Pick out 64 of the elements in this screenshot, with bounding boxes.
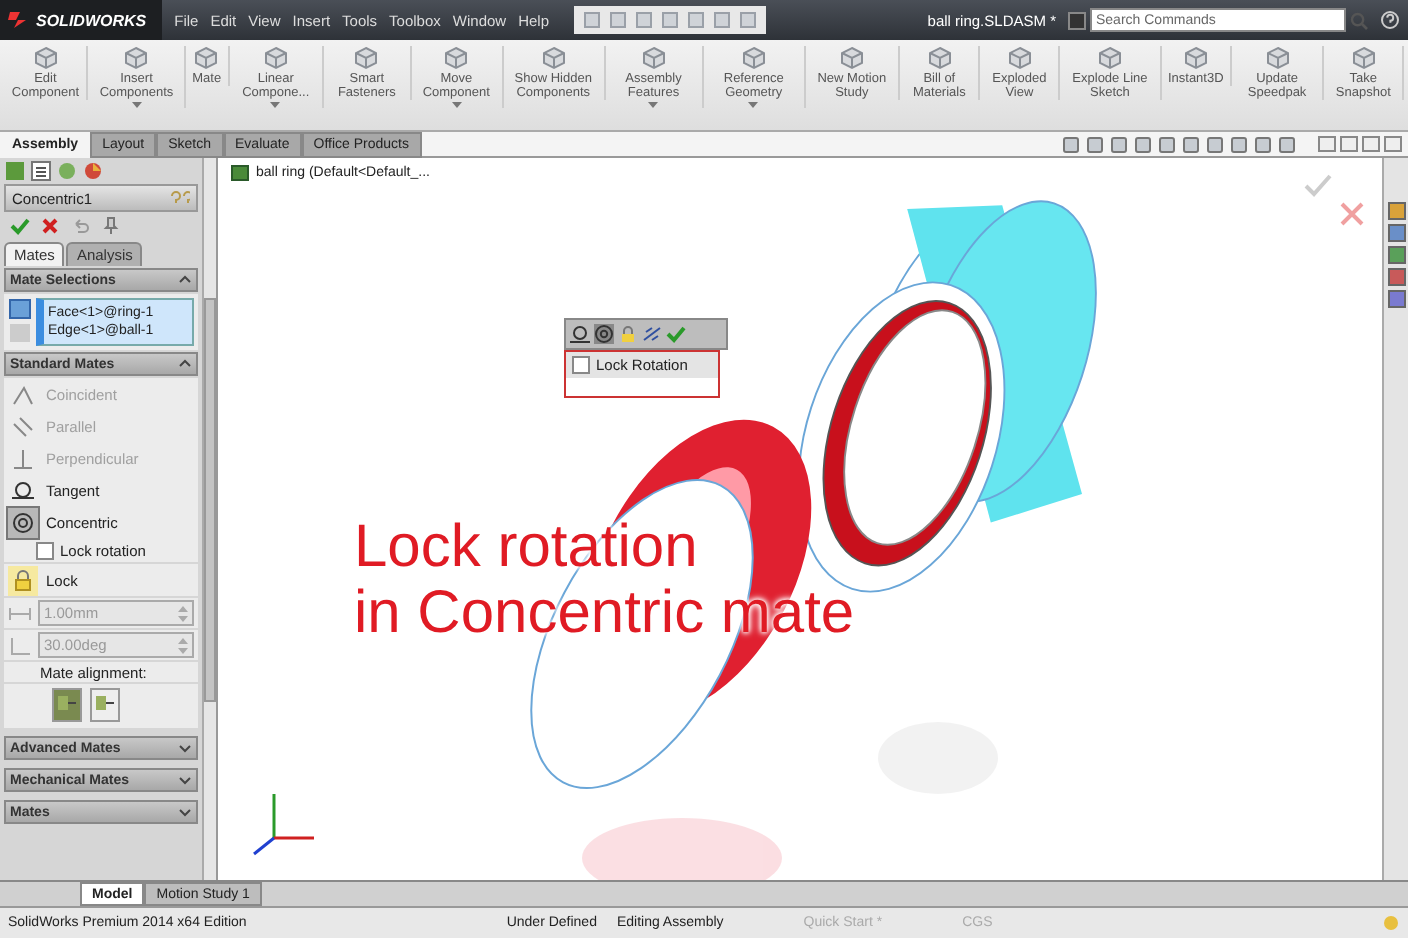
cube-icon [741, 46, 766, 70]
assembly-icon [230, 164, 250, 182]
help-icon[interactable] [1380, 10, 1400, 30]
padlock-icon [8, 565, 38, 596]
collapse-icon[interactable] [178, 357, 192, 372]
cube-icon [927, 46, 952, 70]
cube-icon [641, 46, 666, 70]
toolbar-icon[interactable] [581, 10, 602, 30]
toolbar-icon[interactable] [737, 10, 758, 30]
expand-icon[interactable] [178, 773, 192, 788]
cube-icon [444, 46, 469, 70]
caret-icon[interactable] [648, 102, 659, 109]
close-icon[interactable] [40, 216, 60, 236]
cube-icon [263, 46, 288, 70]
display-icon[interactable] [82, 160, 104, 182]
cube-icon [541, 46, 566, 70]
collapse-icon[interactable] [178, 273, 192, 287]
cube-icon [1351, 46, 1376, 70]
logo-text: SOLIDWORKS [36, 11, 147, 29]
toolbar-icon[interactable] [659, 10, 680, 30]
cube-icon [1097, 46, 1122, 70]
cube-icon [1265, 46, 1290, 70]
caret-icon[interactable] [131, 102, 142, 109]
cube-icon [194, 46, 219, 70]
cube-icon [124, 46, 149, 70]
expand-icon[interactable] [178, 805, 192, 820]
cube-icon [33, 46, 58, 70]
checkbox[interactable] [572, 356, 590, 374]
distance-icon [8, 603, 32, 624]
tangent-mate-icon[interactable] [570, 324, 590, 344]
pushpin-icon[interactable] [100, 216, 120, 236]
cube-icon [839, 46, 864, 70]
cube-icon [354, 46, 379, 70]
check-icon[interactable] [666, 324, 686, 344]
triad-icon [253, 794, 314, 856]
check-icon[interactable] [1304, 174, 1332, 198]
flip-icon[interactable] [642, 324, 662, 344]
cube-icon [1183, 46, 1208, 70]
command-icon [1068, 11, 1086, 29]
search-icon [1350, 11, 1368, 29]
align-icon [56, 692, 78, 715]
alignment-button[interactable] [52, 688, 82, 723]
caret-icon[interactable] [748, 102, 759, 109]
concentric-mate-icon[interactable] [594, 324, 614, 344]
toolbar-icon[interactable] [607, 10, 628, 30]
scroll-thumb[interactable] [204, 298, 216, 702]
cube-icon [1007, 46, 1032, 70]
scrollbar[interactable] [202, 158, 216, 880]
toolbar-icon[interactable] [633, 10, 654, 30]
caret-icon[interactable] [451, 102, 462, 109]
align-icon [94, 692, 116, 715]
angle-icon [8, 635, 32, 656]
expand-icon[interactable] [178, 741, 192, 756]
alignment-button[interactable] [90, 688, 120, 723]
undo-icon[interactable] [70, 216, 90, 236]
toolbar-icon[interactable] [685, 10, 706, 30]
caret-icon[interactable] [270, 102, 281, 109]
checkbox[interactable] [36, 541, 54, 560]
close-icon[interactable] [1340, 202, 1364, 226]
selection-icon [8, 298, 32, 346]
padlock-icon[interactable] [618, 324, 638, 344]
check-icon[interactable] [10, 216, 30, 236]
toolbar-icon[interactable] [711, 10, 732, 30]
list-icon[interactable] [30, 160, 52, 182]
